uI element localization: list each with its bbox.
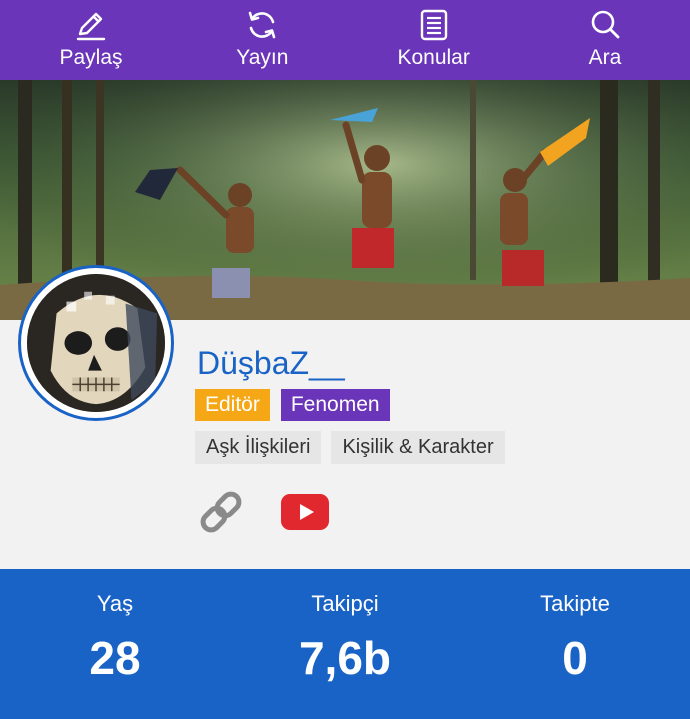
nav-search-button[interactable]: Ara: [560, 0, 650, 80]
topic-tag[interactable]: Kişilik & Karakter: [331, 431, 505, 464]
search-icon: [591, 10, 620, 39]
stats-bar: Yaş 28 Takipçi 7,6b Takipte 0: [0, 569, 690, 719]
document-list-icon: [420, 9, 447, 41]
nav-search-label: Ara: [588, 46, 622, 69]
nav-share-label: Paylaş: [59, 46, 123, 69]
badge-editor: Editör: [195, 389, 270, 421]
link-icon[interactable]: [195, 486, 247, 538]
stat-label: Takipte: [540, 591, 610, 616]
stat-value: 28: [89, 632, 141, 684]
badge-fenomen: Fenomen: [280, 389, 390, 421]
stat-age: Yaş 28: [0, 569, 230, 719]
badge-list: Editör Fenomen: [195, 389, 390, 421]
topic-list: Aşk İlişkileri Kişilik & Karakter: [195, 431, 505, 464]
avatar-image: [27, 274, 165, 412]
username: DüşbaZ__: [197, 345, 345, 381]
top-navigation: Paylaş Yayın Konular Ara: [0, 0, 690, 80]
social-links: [195, 486, 331, 538]
youtube-icon[interactable]: [279, 492, 331, 532]
refresh-icon: [249, 11, 276, 39]
stat-followers[interactable]: Takipçi 7,6b: [230, 569, 460, 719]
stat-value: 7,6b: [298, 632, 392, 684]
skull-puzzle-image: [27, 274, 165, 412]
stat-label: Yaş: [96, 591, 134, 616]
stat-following[interactable]: Takipte 0: [460, 569, 690, 719]
nav-share-button[interactable]: Paylaş: [46, 0, 136, 80]
stat-value: 0: [562, 632, 588, 684]
pencil-icon: [76, 12, 106, 41]
nav-feed-button[interactable]: Yayın: [217, 0, 307, 80]
avatar[interactable]: [18, 265, 174, 421]
nav-feed-label: Yayın: [236, 46, 289, 69]
topic-tag[interactable]: Aşk İlişkileri: [195, 431, 322, 464]
nav-topics-button[interactable]: Konular: [389, 0, 479, 80]
stat-label: Takipçi: [311, 591, 379, 616]
nav-topics-label: Konular: [397, 46, 470, 69]
